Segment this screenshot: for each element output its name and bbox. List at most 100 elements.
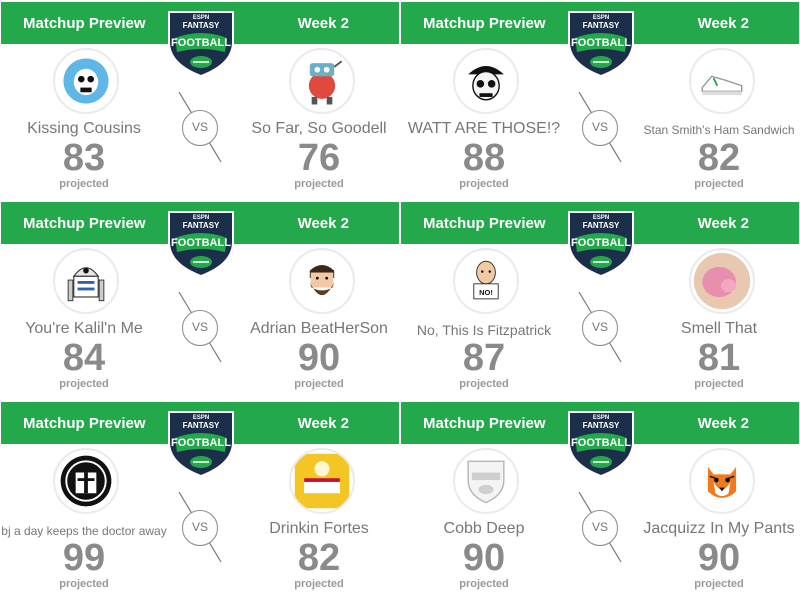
team-avatar[interactable] [689,448,755,514]
vs-badge: VS [182,310,218,346]
team-avatar[interactable] [53,448,119,514]
vs-badge: VS [182,510,218,546]
team-avatar[interactable] [689,248,755,314]
team-avatar[interactable] [453,448,519,514]
team-name: Smell That [680,320,758,337]
team-name: Adrian BeatHerSon [250,320,388,337]
team-avatar[interactable]: NO! [453,248,519,314]
pink-blob-icon [693,252,751,310]
matchup-preview-label: Matchup Preview [423,415,546,432]
fantasy-football-default-icon [467,460,505,504]
projected-score: 84 [62,337,106,379]
matchup-card[interactable]: Matchup Preview Week 2 ESPN FANTASY FOOT… [1,200,399,398]
matchup-preview-label: Matchup Preview [23,415,146,432]
team-name: Stan Smith's Ham Sandwich [643,123,795,137]
projected-label: projected [294,178,344,190]
team-name: You're Kalil'n Me [25,320,143,337]
team-name: Cobb Deep [443,520,525,537]
matchup-card[interactable]: Matchup Preview Week 2 ESPN FANTASY FOOT… [401,400,799,598]
week-label: Week 2 [297,15,349,32]
fantasy-football-logo-icon: ESPN FANTASY FOOTBALL [568,11,634,78]
fantasy-football-logo-icon: ESPN FANTASY FOOTBALL [168,211,234,278]
matchup-preview-label: Matchup Preview [23,215,146,232]
matchup-card[interactable]: Matchup Preview Week 2 ESPN FANTASY FOOT… [401,0,799,198]
team-name: Jacquizz In My Pants [643,520,795,537]
bald-man-no-sign-icon: NO! [473,260,499,300]
fantasy-football-logo-icon: ESPN FANTASY FOOTBALL [568,211,634,278]
matchup-card[interactable]: Matchup Preview Week 2 ESPN FANTASY FOOT… [1,0,399,198]
projected-label: projected [294,578,344,590]
matchup-card[interactable]: Matchup Preview Week 2 ESPN FANTASY FOOT… [401,200,799,398]
pirate-skull-icon [468,65,504,101]
svg-text:FANTASY: FANTASY [183,21,220,30]
week-label: Week 2 [297,415,349,432]
team-avatar[interactable] [53,48,119,114]
projected-label: projected [59,578,109,590]
vs-badge: VS [582,510,618,546]
team-avatar[interactable] [289,248,355,314]
matchup-preview-label: Matchup Preview [423,215,546,232]
projected-score: 83 [62,137,106,179]
svg-text:FANTASY: FANTASY [583,221,620,230]
week-label: Week 2 [697,215,749,232]
team-name: WATT ARE THOSE!? [407,120,561,137]
svg-text:FOOTBALL: FOOTBALL [171,37,231,49]
projected-label: projected [694,578,744,590]
team-avatar[interactable] [453,48,519,114]
fantasy-football-logo-icon: ESPN FANTASY FOOTBALL [568,411,634,478]
projected-score: 90 [297,337,341,379]
team-avatar[interactable] [289,448,355,514]
tiger-face-icon [707,466,737,498]
fantasy-football-logo-icon: ESPN FANTASY FOOTBALL [168,411,234,478]
svg-text:FOOTBALL: FOOTBALL [571,437,631,449]
blue-monster-skull-icon [63,58,109,104]
projected-score: 99 [62,537,106,579]
team-avatar[interactable] [289,48,355,114]
projected-label: projected [59,178,109,190]
week-label: Week 2 [697,15,749,32]
team-name: Kissing Cousins [27,120,141,137]
projected-label: projected [694,178,744,190]
projected-label: projected [459,578,509,590]
gladiator-helmet-icon [60,455,112,507]
fantasy-football-logo-icon: ESPN FANTASY FOOTBALL [168,11,234,78]
white-sneaker-icon [701,75,743,96]
svg-text:FANTASY: FANTASY [583,421,620,430]
projected-label: projected [294,378,344,390]
vs-badge: VS [182,110,218,146]
team-name: So Far, So Goodell [251,120,387,137]
svg-text:FOOTBALL: FOOTBALL [571,37,631,49]
projected-score: 88 [462,137,506,179]
svg-text:NO!: NO! [479,288,493,297]
svg-text:FANTASY: FANTASY [183,421,220,430]
projected-score: 90 [462,537,506,579]
vs-badge: VS [582,310,618,346]
matchup-card[interactable]: Matchup Preview Week 2 ESPN FANTASY FOOT… [1,400,399,598]
projected-label: projected [59,378,109,390]
svg-text:FOOTBALL: FOOTBALL [171,437,231,449]
svg-text:FANTASY: FANTASY [183,221,220,230]
projected-score: 82 [297,537,341,579]
projected-score: 87 [462,337,506,379]
team-avatar[interactable] [53,248,119,314]
team-avatar[interactable] [689,48,755,114]
projected-label: projected [694,378,744,390]
projected-score: 90 [697,537,741,579]
projected-label: projected [459,378,509,390]
matchup-preview-label: Matchup Preview [423,15,546,32]
projected-score: 82 [697,137,741,179]
week-label: Week 2 [297,215,349,232]
projected-score: 81 [697,337,741,379]
vs-badge: VS [582,110,618,146]
team-name: bj a day keeps the doctor away [1,524,167,538]
week-label: Week 2 [697,415,749,432]
r2d2-robot-icon [67,267,105,302]
red-robot-icon [308,60,343,105]
svg-text:FOOTBALL: FOOTBALL [171,237,231,249]
beer-bottle-icon [294,453,350,509]
svg-text:FANTASY: FANTASY [583,21,620,30]
matchup-preview-label: Matchup Preview [23,15,146,32]
team-name: No, This Is Fitzpatrick [416,322,552,338]
svg-text:FOOTBALL: FOOTBALL [571,237,631,249]
projected-label: projected [459,178,509,190]
